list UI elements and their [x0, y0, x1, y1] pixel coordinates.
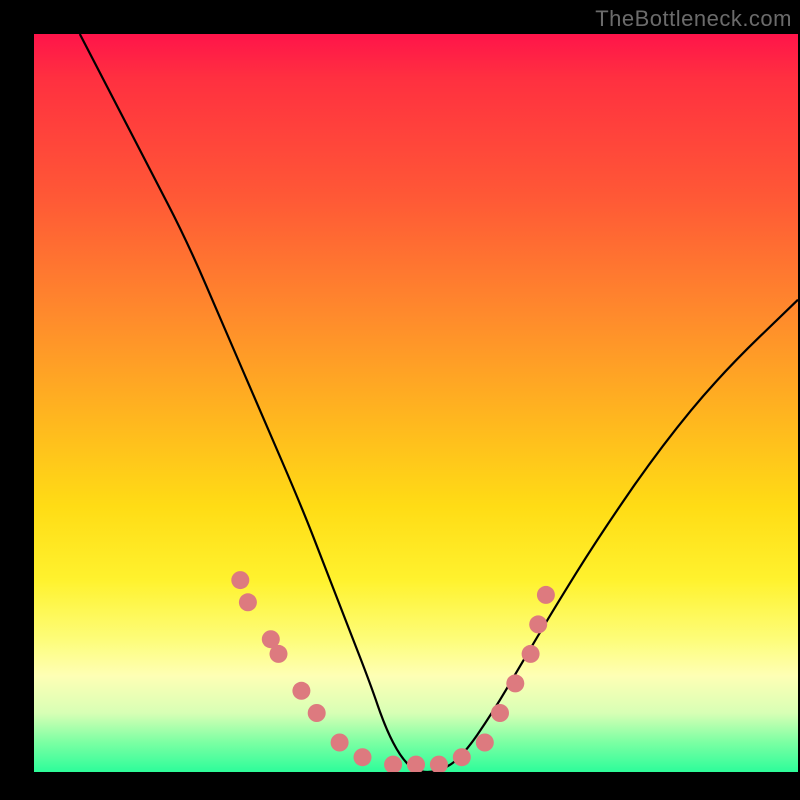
data-marker: [384, 756, 402, 772]
data-marker: [292, 682, 310, 700]
data-marker: [354, 748, 372, 766]
data-marker: [231, 571, 249, 589]
data-marker: [529, 615, 547, 633]
data-marker: [522, 645, 540, 663]
data-marker: [407, 756, 425, 772]
data-marker: [239, 593, 257, 611]
chart-svg: [34, 34, 798, 772]
data-marker: [537, 586, 555, 604]
data-marker: [270, 645, 288, 663]
chart-frame: TheBottleneck.com: [0, 0, 800, 800]
data-marker: [476, 734, 494, 752]
data-marker: [430, 756, 448, 772]
watermark-text: TheBottleneck.com: [595, 6, 792, 32]
data-marker: [308, 704, 326, 722]
data-marker: [453, 748, 471, 766]
curve-layer: [80, 34, 798, 772]
data-marker: [331, 734, 349, 752]
bottleneck-curve: [80, 34, 798, 772]
plot-area: [34, 34, 798, 772]
data-marker: [491, 704, 509, 722]
data-marker: [506, 674, 524, 692]
